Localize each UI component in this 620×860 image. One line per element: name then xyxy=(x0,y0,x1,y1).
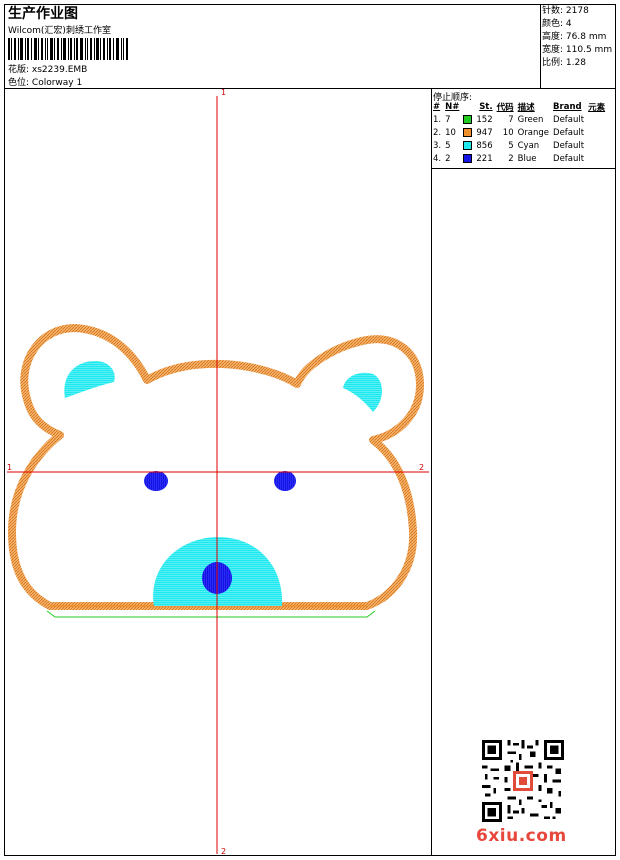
col-desc: 描述 xyxy=(517,103,535,113)
col-index: # xyxy=(433,102,441,112)
watermark: 6xiu.com xyxy=(476,826,567,846)
page-title: 生产作业图 xyxy=(8,6,78,22)
colorway-label: 色位: xyxy=(8,78,30,88)
stat-height: 高度: 76.8 mm xyxy=(542,32,607,42)
col-brand: Brand xyxy=(553,102,582,112)
green-placement-line xyxy=(46,610,376,618)
stat-colors: 颜色: 4 xyxy=(542,19,572,29)
axis-label-right: 2 xyxy=(419,463,425,472)
col-needle: N# xyxy=(445,102,460,112)
axis-label-bottom: 2 xyxy=(221,847,227,856)
design-stats: 针数: 2178 颜色: 4 高度: 76.8 mm 宽度: 110.5 mm … xyxy=(542,5,612,70)
axis-label-left: 1 xyxy=(7,463,13,472)
design-file: xs2239.EMB xyxy=(31,65,88,75)
stat-stitches: 针数: 2178 xyxy=(542,6,589,16)
colorway-row: 色位: Colorway 1 xyxy=(8,75,82,88)
table-row: 3. 5 856 5 Cyan Default xyxy=(433,140,585,151)
left-eye xyxy=(144,471,168,491)
design-canvas xyxy=(7,96,429,854)
studio-name: Wilcom(汇宏)刺绣工作室 xyxy=(8,26,111,36)
header-divider xyxy=(4,88,616,89)
col-swatch xyxy=(462,101,475,113)
color-swatch xyxy=(463,114,473,124)
stop-sequence-table: # N# St. 代码 描述 Brand 元素 1. 7 152 7 Green… xyxy=(432,101,608,165)
col-element: 元素 xyxy=(588,103,606,113)
table-row: 4. 2 221 2 Blue Default xyxy=(433,153,585,164)
table-row: 1. 7 152 7 Green Default xyxy=(433,114,585,125)
colorway-value: Colorway 1 xyxy=(31,78,83,88)
design-label: 花版: xyxy=(8,65,30,75)
col-stitches: St. xyxy=(479,102,493,112)
qr-code xyxy=(482,740,564,822)
table-header-row: # N# St. 代码 描述 Brand 元素 xyxy=(432,101,608,113)
color-swatch xyxy=(463,140,473,150)
stats-divider xyxy=(540,4,541,88)
table-row: 2. 10 947 10 Orange Default xyxy=(433,127,585,138)
color-swatch xyxy=(463,127,473,137)
right-inner-ear xyxy=(343,372,382,412)
stat-width: 宽度: 110.5 mm xyxy=(542,45,613,55)
panel-divider xyxy=(431,88,432,856)
right-eye xyxy=(274,471,296,491)
barcode xyxy=(8,38,128,60)
stat-scale: 比例: 1.28 xyxy=(542,58,586,68)
design-file-row: 花版: xs2239.EMB xyxy=(8,62,87,75)
col-code: 代码 xyxy=(496,103,514,113)
stops-divider xyxy=(431,168,616,169)
axis-label-top: 1 xyxy=(221,88,227,97)
color-swatch xyxy=(463,153,473,163)
left-inner-ear xyxy=(64,360,115,398)
